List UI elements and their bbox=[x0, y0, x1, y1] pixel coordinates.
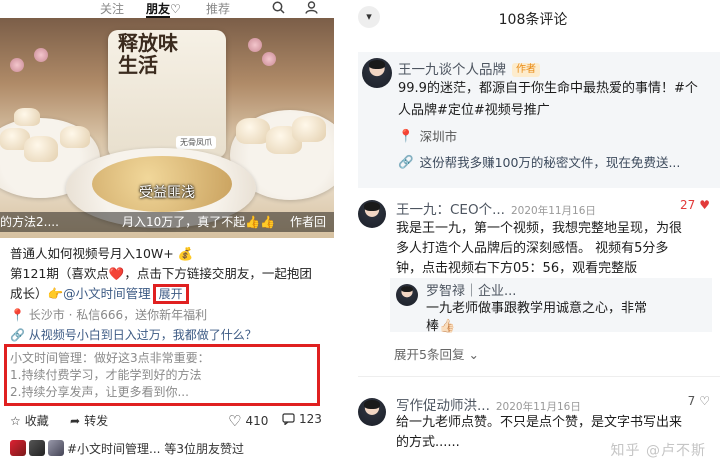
comments-header: ▾ 108条评论 bbox=[346, 0, 720, 38]
expand-replies-button[interactable]: 展开5条回复 ⌄ bbox=[394, 344, 479, 363]
reply-line: 1.持续付费学习，才能学到好的方法 bbox=[10, 368, 202, 382]
promo-link[interactable]: 🔗 从视频号小白到日入过万，我都做了什么？ bbox=[10, 325, 326, 345]
chevron-down-icon: ⌄ bbox=[468, 347, 479, 362]
heart-filled-icon: ♥ bbox=[699, 198, 710, 212]
comment-text-line: 钟，点击视频右下方05：56，观看完整版 bbox=[396, 261, 638, 276]
account-mention-link[interactable]: @小文时间管理 bbox=[63, 286, 151, 301]
comment-like-count: 27 bbox=[679, 198, 696, 212]
flower bbox=[262, 52, 276, 66]
location-pin-icon: 📍 bbox=[398, 127, 414, 143]
author-text-line: 99.9的迷茫，都源自于你生命中最热爱的事情！#个 bbox=[398, 81, 698, 96]
flower bbox=[10, 58, 24, 72]
post-location[interactable]: 📍 长沙市 · 私信666，送你新年福利 bbox=[10, 305, 326, 325]
author-name-row: 王一九谈个人品牌 作者 bbox=[398, 58, 540, 78]
pastry bbox=[236, 118, 270, 144]
heart-outline-icon: ♡ bbox=[228, 412, 242, 430]
author-location[interactable]: 📍 深圳市 bbox=[398, 126, 457, 145]
post-growth-line: 成长）👉@小文时间管理 展开 bbox=[10, 284, 326, 304]
heart-icon: ♡ bbox=[170, 2, 181, 16]
friend-avatar bbox=[29, 440, 45, 456]
heart-outline-icon: ♡ bbox=[699, 394, 710, 408]
author-avatar[interactable] bbox=[362, 58, 392, 88]
comment-button[interactable]: 123 bbox=[282, 412, 322, 426]
expand-button[interactable]: 展开 bbox=[152, 284, 189, 304]
comments-panel: ▾ 108条评论 王一九谈个人品牌 作者 99.9的迷茫，都源自于你生命中最热爱的… bbox=[346, 0, 720, 466]
reply-text-line: 棒👍🏻 bbox=[426, 319, 456, 334]
comment-icon bbox=[282, 413, 295, 425]
scrolling-comment-banner: 的方法2.... 月入10万了，真了不起👍👍 作者回 bbox=[0, 212, 334, 232]
panel-divider bbox=[334, 0, 346, 466]
banner-text-mid: 月入10万了，真了不起👍👍 bbox=[122, 215, 276, 229]
search-icon[interactable] bbox=[272, 1, 285, 18]
friend-avatar bbox=[10, 440, 26, 456]
post-episode-line: 第121期（喜欢点❤️，点击下方链接交朋友，一起抱团 bbox=[10, 266, 312, 281]
commenter-name[interactable]: 王一九：CEO个... bbox=[396, 202, 505, 218]
comment-like-button[interactable]: 7 ♡ bbox=[688, 394, 710, 408]
banner-text-left: 的方法2.... bbox=[0, 215, 59, 229]
video-subtitle: 受益匪浅 bbox=[139, 185, 195, 201]
tab-following[interactable]: 关注 bbox=[100, 0, 124, 17]
pastry bbox=[24, 136, 58, 162]
reply-name[interactable]: 罗智禄｜企业... bbox=[426, 280, 516, 299]
growth-prefix: 成长）👉 bbox=[10, 286, 64, 301]
author-promo-link[interactable]: 🔗 这份帮我多赚100万的秘密文件，现在免费送... bbox=[398, 152, 680, 171]
tab-friends[interactable]: 朋友♡ bbox=[146, 0, 181, 17]
reply-avatar[interactable] bbox=[396, 284, 418, 306]
pastry bbox=[292, 116, 326, 142]
author-post-card: 王一九谈个人品牌 作者 99.9的迷茫，都源自于你生命中最热爱的事情！#个 人品牌… bbox=[358, 52, 720, 188]
comment-text-line: 我是王一九，第一个视频，我想完整地呈现，为很 bbox=[396, 221, 683, 236]
product-bag-badge: 无骨凤爪 bbox=[176, 136, 216, 149]
reply-card[interactable]: 罗智禄｜企业... 一九老师做事跟教学用诚意之心，非常 棒👍🏻 bbox=[390, 278, 712, 334]
comment-date: 2020年11月16日 bbox=[510, 205, 596, 217]
star-icon: ☆ bbox=[10, 413, 21, 428]
reply-text-line: 一九老师做事跟教学用诚意之心，非常 bbox=[426, 301, 648, 316]
profile-icon[interactable] bbox=[305, 1, 318, 18]
favorite-button[interactable]: ☆ 收藏 bbox=[10, 412, 49, 429]
reply-line: 小文时间管理：做好这3点非常重要： bbox=[10, 351, 210, 365]
active-tab-indicator bbox=[146, 16, 170, 18]
video-post-panel: 关注 朋友♡ 推荐 释放味生活 无骨凤爪 受益匪浅 的方法2.... 月入10万… bbox=[0, 0, 334, 466]
author-name[interactable]: 王一九谈个人品牌 bbox=[398, 62, 506, 78]
post-action-bar: ☆ 收藏 ➦ 转发 ♡ 410 123 bbox=[0, 408, 334, 434]
feed-tab-bar: 关注 朋友♡ 推荐 bbox=[0, 0, 334, 18]
like-button[interactable]: ♡ 410 bbox=[228, 412, 268, 430]
comment-header: 写作促动师洪... 2020年11月16日 bbox=[396, 394, 581, 414]
product-bag-text: 释放味生活 bbox=[118, 31, 178, 77]
friend-avatar bbox=[48, 440, 64, 456]
friends-liked-row[interactable]: #小文时间管理... 等3位朋友赞过 bbox=[10, 438, 330, 458]
comment-text-line: 多人打造个人品牌后的深刻感悟。 视频有5分多 bbox=[396, 241, 669, 256]
comment-like-button[interactable]: 27 ♥ bbox=[680, 198, 710, 212]
author-text-line: 人品牌#定位#视频号推广 bbox=[398, 103, 550, 118]
comment-text-line: 给一九老师点赞。不只是点个赞，是文字书写出来 bbox=[396, 415, 683, 430]
link-icon: 🔗 bbox=[398, 153, 414, 169]
flower bbox=[34, 48, 48, 62]
comment-separator bbox=[358, 376, 720, 377]
comment-like-count: 7 bbox=[687, 394, 696, 408]
commenter-avatar[interactable] bbox=[358, 200, 386, 228]
banner-text-right: 作者回 bbox=[290, 215, 327, 229]
friends-liked-text: #小文时间管理... 等3位朋友赞过 bbox=[67, 441, 244, 456]
comments-count-title: 108条评论 bbox=[498, 12, 568, 28]
author-reply-preview[interactable]: 小文时间管理：做好这3点非常重要： 1.持续付费学习，才能学到好的方法 2.持续… bbox=[10, 350, 316, 401]
video-player[interactable]: 释放味生活 无骨凤爪 受益匪浅 的方法2.... 月入10万了，真了不起👍👍 作… bbox=[0, 18, 334, 238]
commenter-avatar[interactable] bbox=[358, 398, 386, 426]
author-badge: 作者 bbox=[512, 63, 540, 77]
share-arrow-icon: ➦ bbox=[70, 413, 81, 428]
share-button[interactable]: ➦ 转发 bbox=[70, 412, 108, 429]
comment-header: 王一九：CEO个... 2020年11月16日 bbox=[396, 198, 596, 218]
flower bbox=[248, 38, 262, 52]
post-title: 普通人如何视频号月入10W+ 💰 bbox=[10, 246, 194, 261]
pastry bbox=[60, 126, 90, 148]
pastry bbox=[14, 108, 40, 126]
watermark: 知乎 @卢不斯 bbox=[610, 443, 706, 459]
tab-recommended[interactable]: 推荐 bbox=[206, 0, 230, 17]
reply-line: 2.持续分享发声，让更多看到你... bbox=[10, 385, 189, 399]
